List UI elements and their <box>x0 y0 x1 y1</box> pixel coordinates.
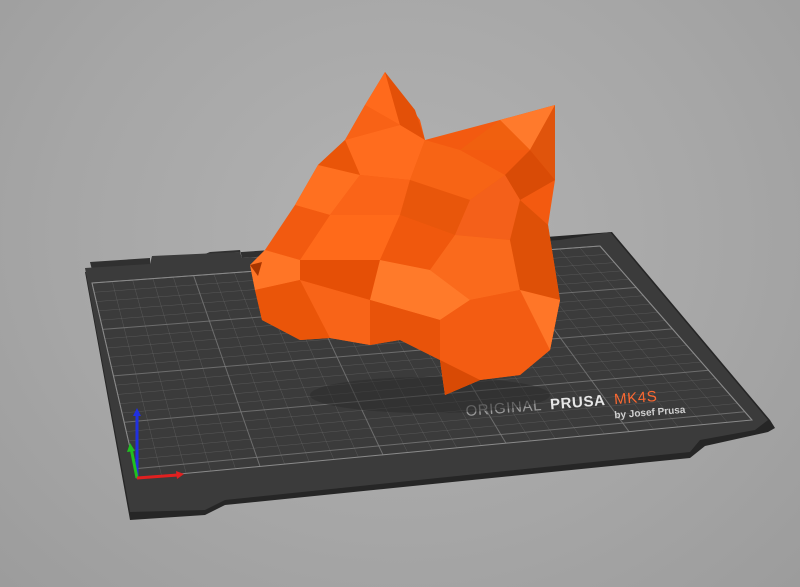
model-shadow <box>310 377 550 413</box>
logo-model: MK4S <box>614 388 658 408</box>
3d-viewport[interactable]: ORIGINAL PRUSA MK4S by Josef Prusa <box>0 0 800 587</box>
scene-canvas[interactable]: ORIGINAL PRUSA MK4S by Josef Prusa <box>0 0 800 587</box>
